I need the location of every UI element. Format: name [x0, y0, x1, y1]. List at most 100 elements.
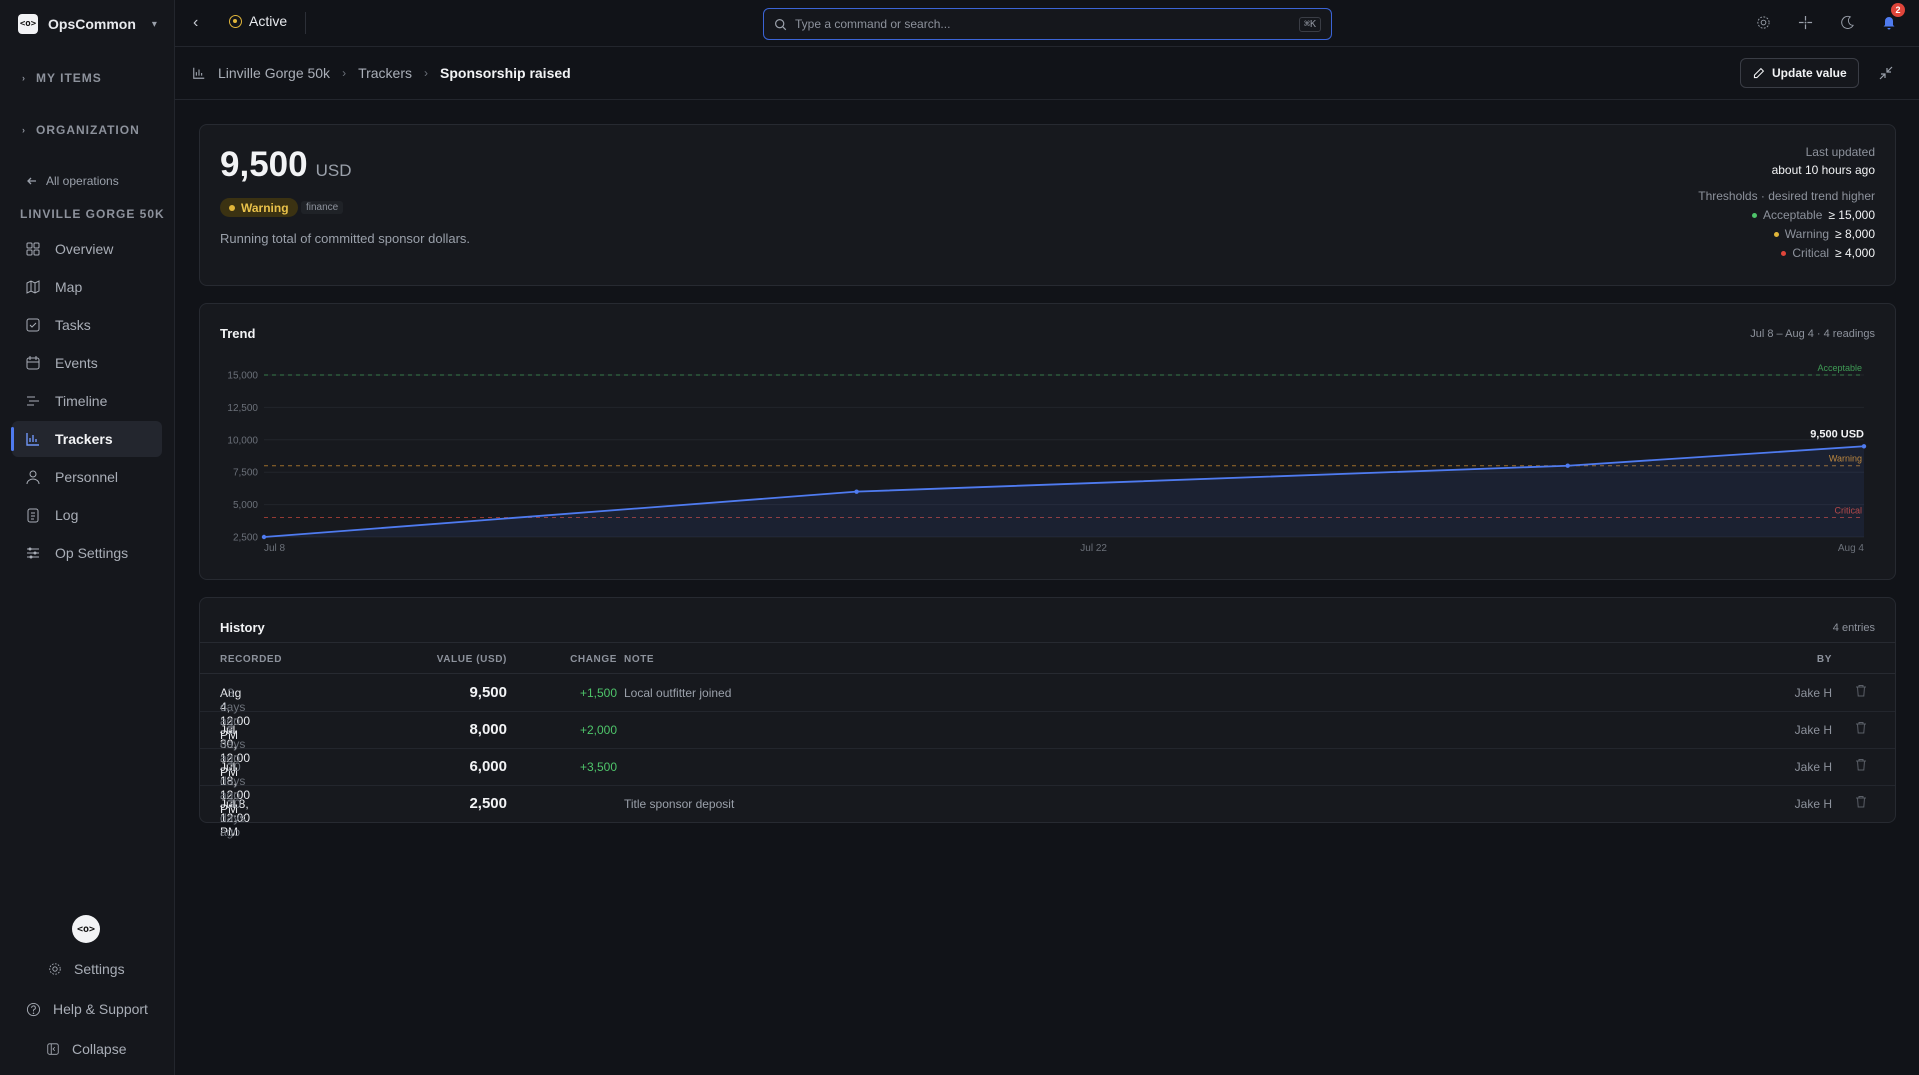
breadcrumb-trackers[interactable]: Trackers: [358, 65, 412, 81]
crosshair-icon[interactable]: [1795, 12, 1815, 32]
threshold-warning: Warning ≥ 8,000: [1698, 227, 1875, 241]
help-icon: [26, 1002, 41, 1016]
minimize-icon[interactable]: [1878, 65, 1894, 81]
x-tick-label: Aug 4: [1838, 543, 1865, 554]
sidebar-item-timeline[interactable]: Timeline: [12, 383, 162, 419]
status-dot-icon: [229, 14, 242, 28]
app-logo: <o>: [72, 915, 100, 943]
sidebar-nav: Overview Map Tasks Events Timeline Track…: [11, 231, 162, 573]
value-number: 9,500: [220, 145, 308, 184]
breadcrumb-operation[interactable]: Linville Gorge 50k: [218, 65, 330, 81]
search-input[interactable]: [795, 17, 1291, 31]
last-updated-value: about 10 hours ago: [1771, 163, 1875, 177]
arrow-left-icon: [27, 177, 36, 185]
sidebar-item-label: Trackers: [55, 431, 113, 447]
update-value-button[interactable]: Update value: [1740, 58, 1859, 88]
threshold-label: Acceptable: [1817, 363, 1862, 373]
grid-icon: [26, 242, 40, 256]
threshold-value: ≥ 4,000: [1835, 246, 1875, 260]
col-value: VALUE (USD): [436, 654, 507, 665]
threshold-value: ≥ 15,000: [1828, 208, 1875, 222]
row-change: +3,500: [579, 760, 617, 774]
help-support-button[interactable]: Help & Support: [26, 1001, 148, 1017]
sidebar-item-tasks[interactable]: Tasks: [12, 307, 162, 343]
row-change: +2,000: [579, 723, 617, 737]
sidebar-item-overview[interactable]: Overview: [12, 231, 162, 267]
sidebar-item-label: Overview: [55, 241, 114, 257]
table-row[interactable]: Jul 18, 12:00 PM · 20 days ago 6,000 +3,50…: [200, 749, 1895, 816]
chevron-right-icon: ›: [22, 73, 26, 83]
table-row[interactable]: Jul 30, 12:00 PM · 8 days ago 8,000 +2,000…: [200, 712, 1895, 779]
breadcrumb-current: Sponsorship raised: [440, 65, 571, 81]
collapse-sidebar-button[interactable]: Collapse: [46, 1041, 126, 1057]
sidebar-item-map[interactable]: Map: [12, 269, 162, 305]
status-badge-label: Warning: [241, 200, 289, 215]
moon-icon[interactable]: [1837, 12, 1857, 32]
workspace-logo: <o>: [18, 14, 38, 34]
category-tag: finance: [301, 201, 344, 214]
table-row[interactable]: Jul 8, 12:00 PM · 30 days ago 2,500 Title …: [200, 786, 1895, 839]
operation-status[interactable]: Active: [229, 13, 287, 29]
section-label: MY ITEMS: [36, 71, 102, 85]
threshold-label: Critical: [1792, 246, 1830, 260]
y-tick-label: 2,500: [233, 533, 258, 544]
table-row[interactable]: Aug 4, 12:00 PM · 3 days ago 9,500 +1,500 L…: [200, 675, 1895, 742]
sidebar-item-op-settings[interactable]: Op Settings: [12, 535, 162, 571]
row-value: 6,000: [469, 758, 507, 775]
sidebar-collapse-icon: [47, 1043, 59, 1055]
last-value-label: 9,500 USD: [1810, 428, 1864, 440]
status-label: Active: [249, 13, 288, 29]
all-operations-label: All operations: [46, 174, 119, 188]
gear-icon: [49, 963, 61, 975]
y-tick-label: 15,000: [227, 371, 258, 382]
sidebar-item-personnel[interactable]: Personnel: [12, 459, 162, 495]
settings-button[interactable]: Settings: [48, 961, 125, 977]
pencil-icon: [1753, 67, 1765, 78]
row-by: Jake H: [1794, 760, 1832, 774]
workspace-switcher[interactable]: <o> OpsCommon ▾: [18, 14, 157, 34]
trash-icon[interactable]: [1855, 758, 1867, 774]
sidebar-item-log[interactable]: Log: [12, 497, 162, 533]
sidebar-item-events[interactable]: Events: [12, 345, 162, 381]
trash-icon[interactable]: [1855, 795, 1867, 811]
trash-icon[interactable]: [1855, 721, 1867, 737]
section-organization[interactable]: › ORGANIZATION: [22, 123, 140, 137]
dot-icon: [1773, 231, 1779, 237]
x-tick-label: Jul 8: [264, 543, 286, 554]
section-my-items[interactable]: › MY ITEMS: [22, 71, 102, 85]
history-meta: 4 entries: [1832, 622, 1875, 634]
y-tick-label: 12,500: [227, 403, 258, 414]
bell-icon[interactable]: 2: [1879, 3, 1905, 32]
breadcrumb: Linville Gorge 50k › Trackers › Sponsors…: [192, 65, 571, 81]
sidebar-item-trackers[interactable]: Trackers: [11, 421, 162, 457]
tracker-description: Running total of committed sponsor dolla…: [220, 231, 471, 246]
topbar: ‹ Active ⌘K 2: [175, 0, 1919, 47]
command-search[interactable]: ⌘K: [763, 8, 1332, 40]
sidebar: <o> OpsCommon ▾ › MY ITEMS › ORGANIZATIO…: [0, 0, 175, 1075]
col-recorded: RECORDED: [220, 654, 283, 665]
all-operations-link[interactable]: All operations: [26, 174, 119, 188]
bar-chart-icon: [193, 67, 205, 79]
row-by: Jake H: [1794, 686, 1832, 700]
chevron-right-icon: ›: [22, 125, 26, 135]
clipboard-icon: [27, 508, 39, 523]
sidebar-item-label: Personnel: [55, 469, 119, 485]
sliders-icon: [27, 547, 39, 559]
gear-icon[interactable]: [1753, 12, 1773, 32]
row-relative-time: · 30 days ago: [220, 797, 246, 839]
chevron-right-icon: ›: [342, 66, 347, 80]
row-value: 8,000: [469, 721, 507, 738]
map-icon: [26, 280, 40, 294]
threshold-label: Warning: [1784, 227, 1830, 241]
trend-meta: Jul 8 – Aug 4 · 4 readings: [1750, 328, 1875, 340]
bar-chart-icon: [26, 433, 39, 446]
row-by: Jake H: [1794, 723, 1832, 737]
last-updated-label: Last updated: [1805, 145, 1875, 159]
series-area: [264, 446, 1864, 537]
operation-title: LINVILLE GORGE 50K: [20, 207, 165, 221]
value-unit: USD: [315, 161, 352, 180]
back-chevron-icon[interactable]: ‹: [193, 14, 198, 32]
trash-icon[interactable]: [1855, 684, 1867, 700]
settings-label: Settings: [74, 961, 125, 977]
breadcrumb-bar: Linville Gorge 50k › Trackers › Sponsors…: [175, 48, 1919, 100]
